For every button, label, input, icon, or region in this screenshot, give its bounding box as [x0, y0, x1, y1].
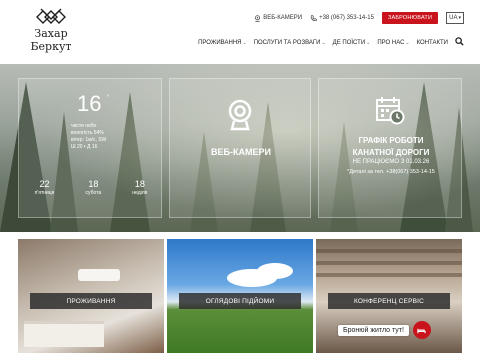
- pillow-decoration: [78, 269, 120, 281]
- site-header: Захар Беркут ВЕБ-КАМЕРИ +38 (067) 353-14…: [0, 0, 480, 64]
- weather-condition: чисте небо: [71, 123, 97, 129]
- language-value: UA: [449, 15, 458, 21]
- cableway-title-line1: ГРАФІК РОБОТИ: [358, 136, 424, 145]
- chevron-down-icon: ⌄: [405, 39, 410, 46]
- calendar-clock-icon: [376, 97, 405, 125]
- card-label: ОГЛЯДОВІ ПІДЙОМИ: [179, 293, 301, 309]
- nav-item-services[interactable]: ПОСЛУГИ ТА РОЗВАГИ ⌄: [254, 40, 326, 46]
- phone-icon: [310, 14, 317, 21]
- forecast-temp: 22: [39, 179, 50, 189]
- main-nav: ПРОЖИВАННЯ ⌄ ПОСЛУГИ ТА РОЗВАГИ ⌄ ДЕ ПОЇСТ…: [198, 37, 464, 48]
- book-button[interactable]: ЗАБРОНЮВАТИ: [381, 12, 439, 24]
- webcam-icon: [255, 14, 261, 22]
- search-icon: [455, 37, 464, 46]
- nav-item-label: ПРОЖИВАННЯ: [198, 39, 242, 46]
- nav-item-label: КОНТАКТИ: [416, 39, 448, 46]
- cableway-status: НЕ ПРАЦЮЄМО З 01.03.26: [352, 159, 430, 165]
- weather-sun: Ш 20 • Д 16: [71, 144, 98, 150]
- nav-item-contacts[interactable]: КОНТАКТИ: [417, 40, 448, 46]
- temperature-unit: °: [107, 95, 110, 101]
- bed-decoration: [24, 321, 104, 347]
- forecast-day-name: неділя: [132, 190, 148, 196]
- cableway-title-line2: КАНАТНОЇ ДОРОГИ: [352, 148, 430, 157]
- forecast-temp: 18: [134, 179, 145, 189]
- nav-item-where-to-eat[interactable]: ДЕ ПОЇСТИ ⌄: [333, 40, 371, 46]
- webcam-icon: [228, 99, 252, 131]
- top-bar: ВЕБ-КАМЕРИ +38 (067) 353-14-15 ЗАБРОНЮВА…: [254, 11, 464, 25]
- hero-banner: 16 ° чисте небо вологість 54% вітер: 1м/…: [0, 64, 480, 232]
- logo-line1: Захар: [34, 27, 68, 40]
- chevron-down-icon: ⌄: [321, 39, 326, 46]
- webcams-panel[interactable]: ВЕБ-КАМЕРИ: [169, 78, 311, 218]
- phone-number: +38 (067) 353-14-15: [319, 15, 374, 21]
- webcams-link[interactable]: ВЕБ-КАМЕРИ: [254, 14, 303, 22]
- card-label: ПРОЖИВАННЯ: [30, 293, 152, 309]
- feature-cards: ПРОЖИВАННЯ ОГЛЯДОВІ ПІДЙОМИ КОНФЕРЕНЦ СЕ…: [0, 232, 480, 360]
- chevron-down-icon: ⌄: [366, 39, 371, 46]
- forecast-day-name: п'ятниця: [34, 190, 55, 196]
- forecast-row: 22 п'ятниця 18 субота 18 неділя: [19, 179, 163, 196]
- cableway-contact-note: *Деталі за тел. +38(067) 353-14-15: [347, 169, 435, 175]
- bed-icon: [417, 328, 427, 333]
- weather-wind: вітер: 1м/с, SW: [71, 137, 107, 143]
- nav-item-accommodation[interactable]: ПРОЖИВАННЯ ⌄: [198, 40, 247, 46]
- phone-link[interactable]: +38 (067) 353-14-15: [310, 14, 374, 22]
- language-select[interactable]: UA ▾: [446, 12, 464, 24]
- booking-bed-button[interactable]: [412, 321, 431, 339]
- nav-item-label: ДЕ ПОЇСТИ: [332, 39, 366, 46]
- nav-item-label: ПОСЛУГИ ТА РОЗВАГИ: [253, 39, 321, 46]
- forecast-day: 18 неділя: [132, 179, 147, 196]
- forecast-day: 18 субота: [86, 179, 102, 196]
- logo-emblem-icon: [36, 8, 66, 24]
- cableway-schedule-panel[interactable]: ГРАФІК РОБОТИ КАНАТНОЇ ДОРОГИ НЕ ПРАЦЮЄМ…: [318, 78, 462, 218]
- weather-humidity: вологість 54%: [71, 130, 104, 136]
- search-button[interactable]: [455, 37, 464, 48]
- nav-item-about[interactable]: ПРО НАС ⌄: [377, 40, 409, 46]
- site-logo[interactable]: Захар Беркут: [26, 8, 76, 58]
- chevron-down-icon: ▾: [458, 15, 461, 21]
- cableway-title: ГРАФІК РОБОТИ КАНАТНОЇ ДОРОГИ: [319, 135, 463, 159]
- webcams-panel-title: ВЕБ-КАМЕРИ: [211, 147, 271, 157]
- ceiling-beam-decoration: [316, 261, 462, 265]
- forecast-day: 22 п'ятниця: [35, 179, 55, 196]
- current-temperature: 16: [77, 91, 102, 116]
- webcams-link-label: ВЕБ-КАМЕРИ: [263, 15, 303, 21]
- card-observation-lifts[interactable]: ОГЛЯДОВІ ПІДЙОМИ: [167, 239, 313, 353]
- forecast-day-name: субота: [85, 190, 102, 196]
- weather-panel: 16 ° чисте небо вологість 54% вітер: 1м/…: [18, 78, 162, 218]
- ceiling-beam-decoration: [316, 273, 462, 277]
- card-label: КОНФЕРЕНЦ СЕРВІС: [328, 293, 450, 309]
- booking-widget[interactable]: Бронюй житло тут!: [338, 321, 431, 339]
- logo-line2: Беркут: [30, 40, 72, 53]
- nav-item-label: ПРО НАС: [377, 39, 405, 46]
- card-accommodation[interactable]: ПРОЖИВАННЯ: [18, 239, 164, 353]
- weather-details: чисте небо вологість 54% вітер: 1м/с, SW…: [71, 123, 106, 151]
- ceiling-beam-decoration: [316, 249, 462, 253]
- forecast-temp: 18: [88, 179, 99, 189]
- booking-widget-label: Бронюй житло тут!: [338, 324, 409, 336]
- chevron-down-icon: ⌄: [242, 39, 247, 46]
- cloud-decoration: [257, 263, 293, 279]
